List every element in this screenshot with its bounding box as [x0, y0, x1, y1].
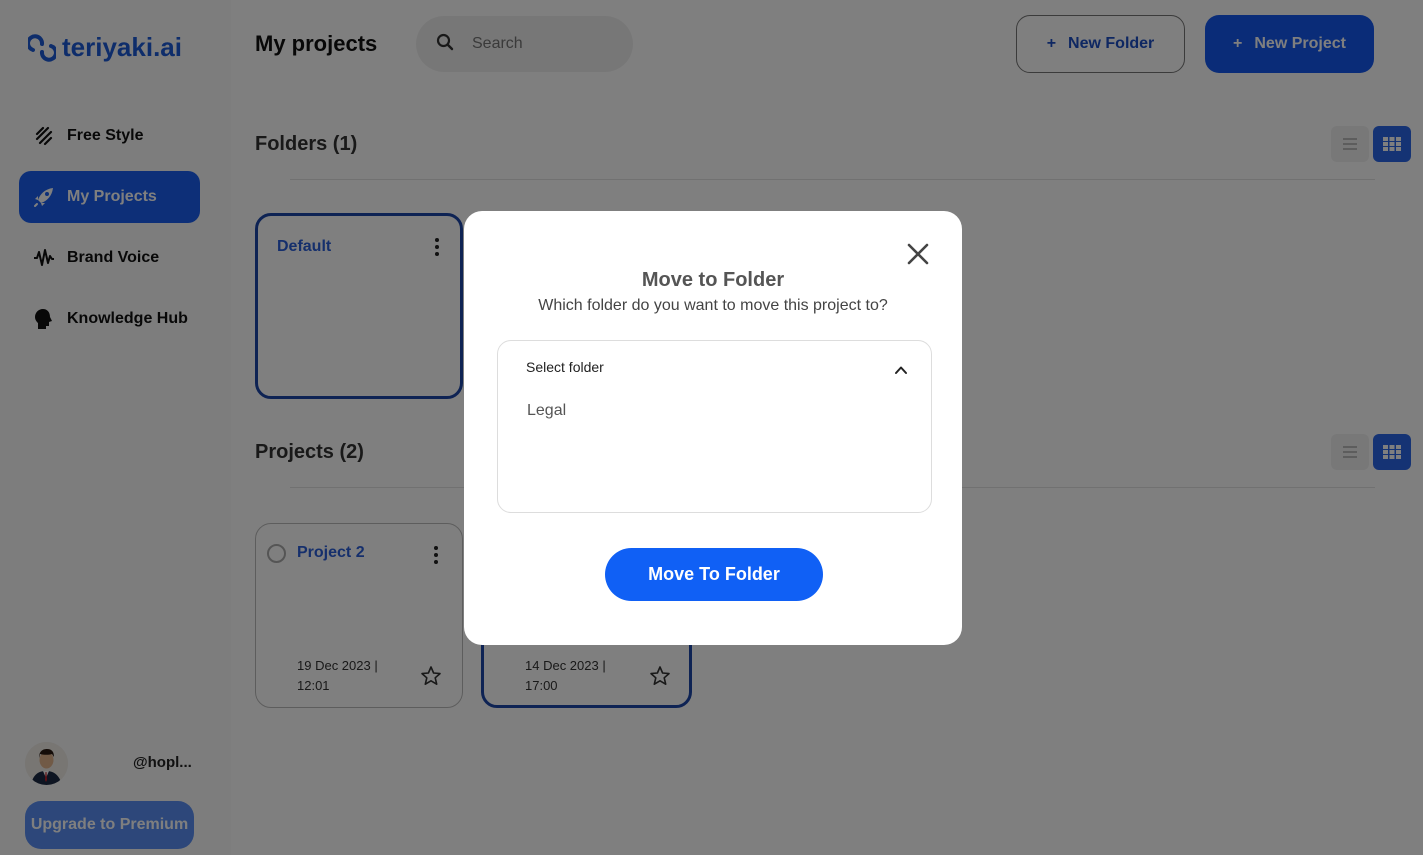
- chevron-up-icon[interactable]: [894, 363, 908, 377]
- close-icon[interactable]: [905, 241, 931, 267]
- folder-option-legal[interactable]: Legal: [527, 402, 566, 420]
- folder-select[interactable]: Select folder Legal: [497, 340, 932, 513]
- folder-select-label: Select folder: [526, 359, 604, 375]
- dialog-subtitle: Which folder do you want to move this pr…: [538, 297, 888, 314]
- move-to-folder-button[interactable]: Move To Folder: [605, 548, 823, 601]
- move-to-folder-dialog: Move to Folder Which folder do you want …: [464, 211, 962, 645]
- dialog-title: Move to Folder: [641, 269, 785, 291]
